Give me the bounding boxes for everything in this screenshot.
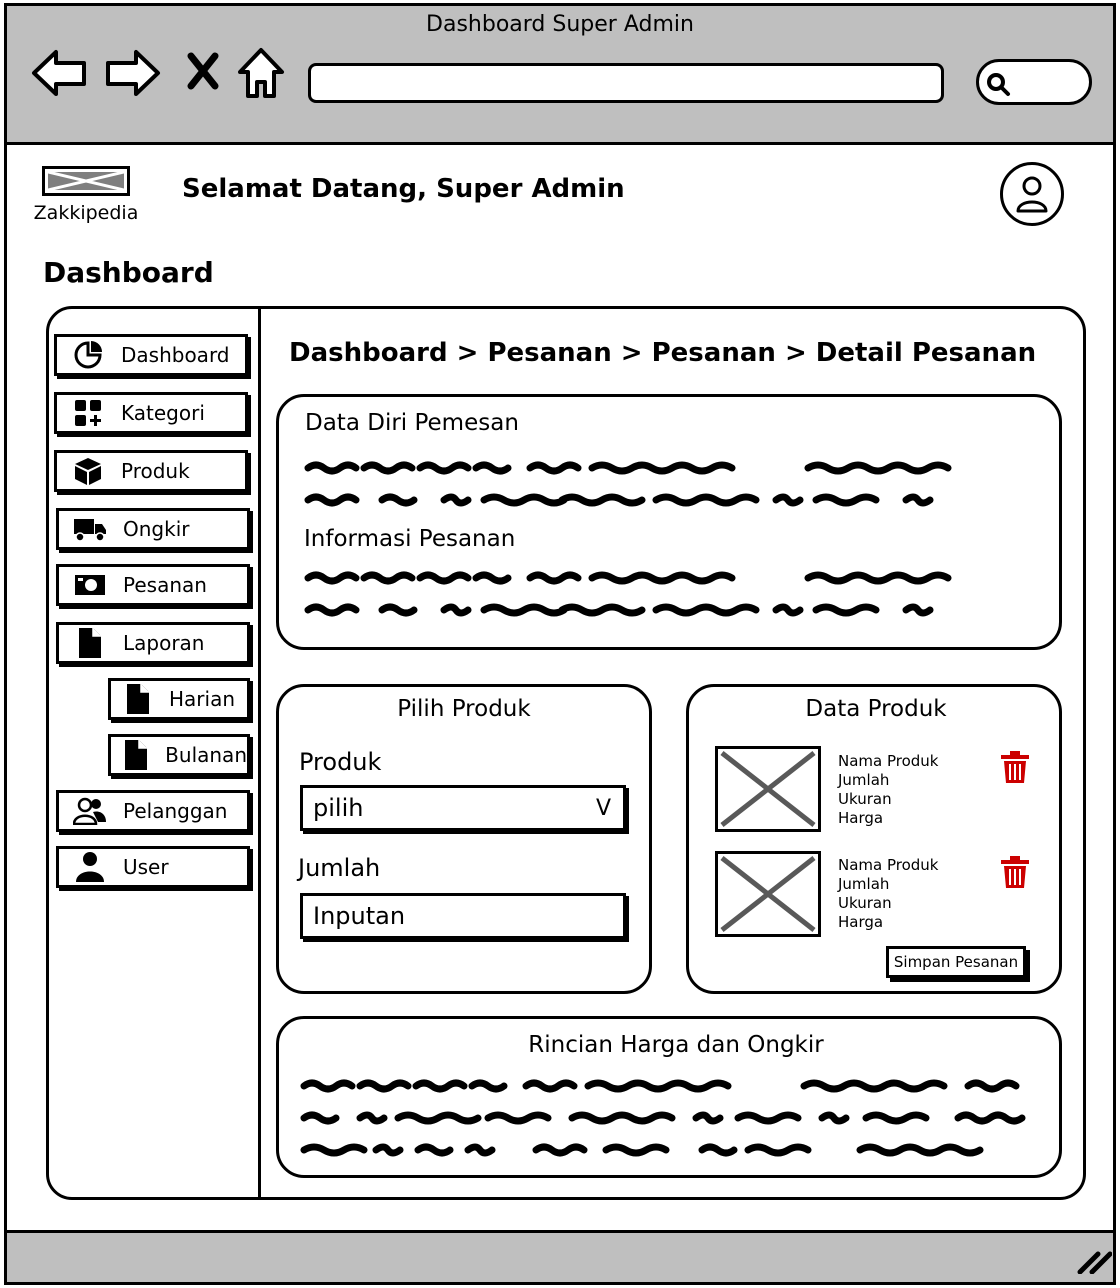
user-icon xyxy=(73,852,107,882)
sidebar-item-dashboard[interactable]: Dashboard xyxy=(54,334,248,376)
users-icon xyxy=(73,796,107,826)
back-icon[interactable] xyxy=(30,44,88,102)
browser-search-box[interactable] xyxy=(976,59,1092,105)
brand-name: Zakkipedia xyxy=(33,202,139,224)
redacted-text-block xyxy=(304,571,952,617)
sidebar-item-label: Kategori xyxy=(121,401,205,425)
truck-icon xyxy=(73,514,107,544)
forward-icon[interactable] xyxy=(104,44,162,102)
sidebar-item-label: User xyxy=(123,855,169,879)
sidebar-item-label: Laporan xyxy=(123,631,205,655)
trash-icon[interactable] xyxy=(1000,855,1030,889)
quantity-input-value: Inputan xyxy=(313,902,406,930)
file-icon xyxy=(121,684,155,714)
select-product-title: Pilih Produk xyxy=(397,696,531,722)
logo-placeholder xyxy=(42,166,130,196)
sidebar-item-label: Pelanggan xyxy=(123,799,228,823)
url-bar[interactable] xyxy=(308,63,944,103)
resize-grip-icon[interactable] xyxy=(1076,1248,1112,1274)
logo-image-icon xyxy=(48,172,124,190)
image-placeholder-icon xyxy=(720,751,816,827)
customer-section-title: Data Diri Pemesan xyxy=(305,410,519,436)
sidebar-item-label: Harian xyxy=(169,687,236,711)
sidebar-subitem-bulanan[interactable]: Bulanan xyxy=(108,734,250,776)
grid-plus-icon xyxy=(71,398,105,428)
window-title: Dashboard Super Admin xyxy=(426,12,694,37)
sidebar-item-kategori[interactable]: Kategori xyxy=(54,392,248,434)
sidebar-item-label: Bulanan xyxy=(165,743,247,767)
sidebar-item-pesanan[interactable]: Pesanan xyxy=(56,564,250,606)
sidebar-item-label: Dashboard xyxy=(121,343,230,367)
product-image-placeholder xyxy=(715,746,821,832)
product-price: Harga xyxy=(838,809,884,827)
product-image-placeholder xyxy=(715,851,821,937)
file-icon xyxy=(121,740,151,770)
chevron-down-icon: V xyxy=(595,796,611,821)
search-icon xyxy=(987,73,1010,96)
breadcrumb: Dashboard > Pesanan > Pesanan > Detail P… xyxy=(289,338,1037,368)
cash-icon xyxy=(73,570,107,600)
file-icon xyxy=(73,628,107,658)
product-size: Ukuran xyxy=(838,894,892,912)
redacted-text-block xyxy=(304,461,952,507)
product-select[interactable]: pilih V xyxy=(300,785,626,831)
sidebar-item-label: Produk xyxy=(121,459,190,483)
sidebar-item-produk[interactable]: Produk xyxy=(54,450,248,492)
product-data-title: Data Produk xyxy=(805,696,947,722)
profile-avatar[interactable] xyxy=(1000,162,1064,226)
product-meta: Nama Produk Jumlah Ukuran Harga xyxy=(838,856,939,932)
product-qty: Jumlah xyxy=(838,875,890,893)
close-icon[interactable] xyxy=(186,52,220,90)
image-placeholder-icon xyxy=(720,856,816,932)
pie-chart-icon xyxy=(71,340,105,370)
sidebar-item-label: Ongkir xyxy=(123,517,190,541)
trash-icon[interactable] xyxy=(1000,750,1030,784)
sidebar-item-laporan[interactable]: Laporan xyxy=(56,622,250,664)
quantity-field-label: Jumlah xyxy=(298,854,381,882)
product-name: Nama Produk xyxy=(838,752,939,770)
product-field-label: Produk xyxy=(299,748,382,776)
product-qty: Jumlah xyxy=(838,771,890,789)
sidebar-item-ongkir[interactable]: Ongkir xyxy=(56,508,250,550)
sidebar-item-label: Pesanan xyxy=(123,573,207,597)
product-name: Nama Produk xyxy=(838,856,939,874)
product-select-value: pilih xyxy=(313,794,364,822)
user-icon xyxy=(1016,176,1048,213)
sidebar-divider xyxy=(258,308,261,1198)
product-meta: Nama Produk Jumlah Ukuran Harga xyxy=(838,752,939,828)
browser-statusbar xyxy=(4,1230,1116,1285)
box-icon xyxy=(71,456,105,486)
product-price: Harga xyxy=(838,913,884,931)
home-icon[interactable] xyxy=(236,46,286,100)
save-order-button[interactable]: Simpan Pesanan xyxy=(886,946,1026,978)
sidebar-subitem-harian[interactable]: Harian xyxy=(108,678,250,720)
select-product-panel xyxy=(276,684,652,994)
price-shipping-title: Rincian Harga dan Ongkir xyxy=(528,1032,824,1058)
page-title: Dashboard xyxy=(43,256,214,289)
redacted-text-block xyxy=(300,1079,1026,1157)
sidebar-item-pelanggan[interactable]: Pelanggan xyxy=(56,790,250,832)
welcome-text: Selamat Datang, Super Admin xyxy=(182,174,625,204)
product-size: Ukuran xyxy=(838,790,892,808)
order-info-section-title: Informasi Pesanan xyxy=(304,526,516,552)
quantity-input[interactable]: Inputan xyxy=(300,893,626,939)
sidebar-item-user[interactable]: User xyxy=(56,846,250,888)
